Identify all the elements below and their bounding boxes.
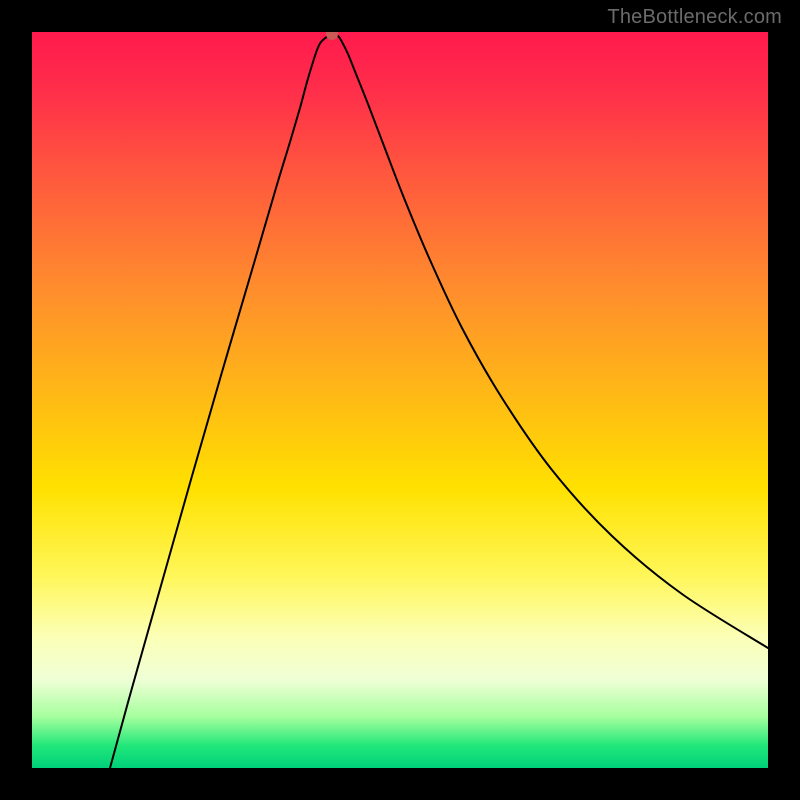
plot-area [32,32,768,768]
watermark-text: TheBottleneck.com [607,6,782,29]
bottleneck-curve [110,34,768,768]
chart-frame: TheBottleneck.com [0,0,800,800]
curve-svg [32,32,768,768]
min-point-marker [326,32,338,40]
